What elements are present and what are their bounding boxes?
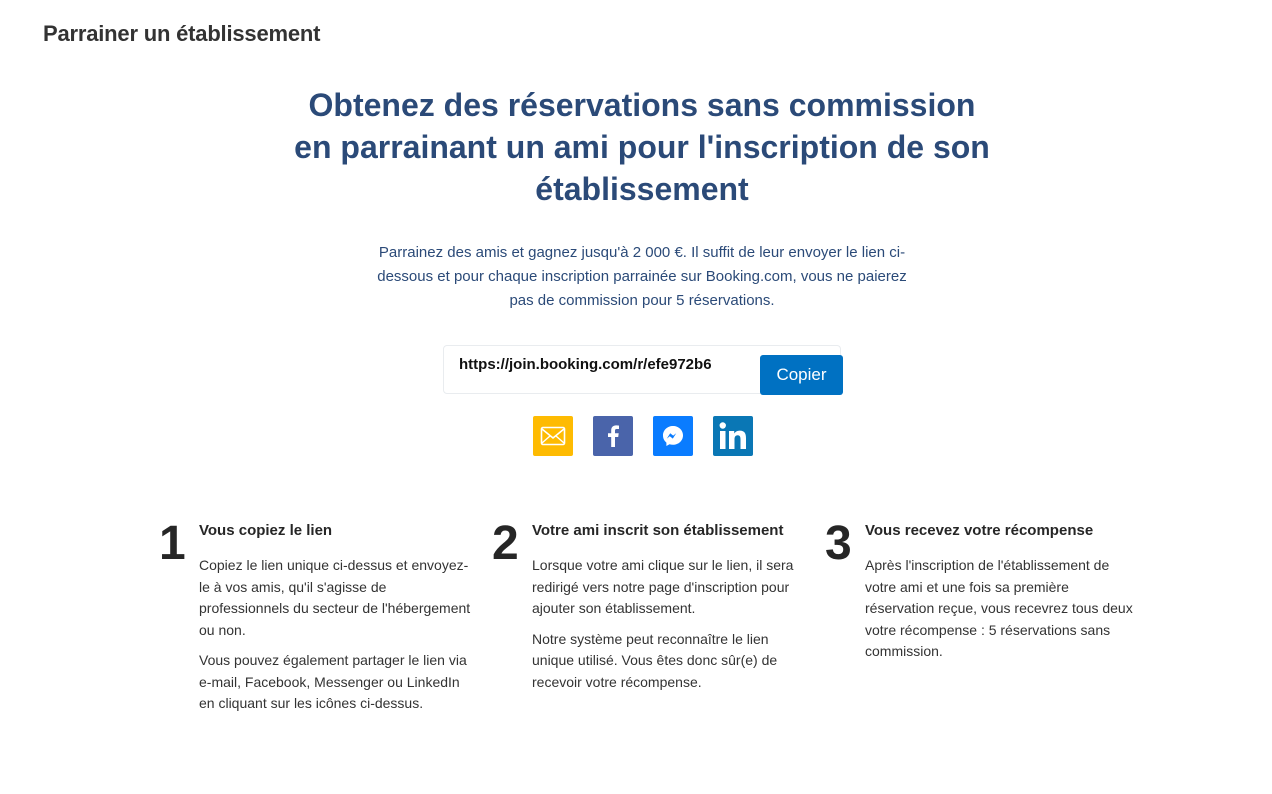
hero-title: Obtenez des réservations sans commission… <box>294 87 990 207</box>
share-facebook-button[interactable] <box>593 416 633 456</box>
step-description: Vous pouvez également partager le lien v… <box>199 652 467 711</box>
step-description: Après l'inscription de l'établissement d… <box>865 557 1133 659</box>
facebook-icon <box>608 425 619 447</box>
copy-button[interactable]: Copier <box>760 355 843 395</box>
referral-link-text[interactable]: https://join.booking.com/r/efe972b6 <box>459 356 712 373</box>
step-description: Copiez le lien unique ci-dessus et envoy… <box>199 557 471 638</box>
referral-link-box: https://join.booking.com/r/efe972b6 Copi… <box>443 345 843 395</box>
step-title: Vous copiez le lien <box>199 522 333 539</box>
share-linkedin-button[interactable] <box>713 416 753 456</box>
messenger-icon <box>663 426 683 446</box>
linkedin-icon <box>719 422 746 449</box>
step-number: 1 <box>159 517 186 570</box>
step-description: Lorsque votre ami clique sur le lien, il… <box>532 557 794 616</box>
hero-subtitle: Parrainez des amis et gagnez jusqu'à 2 0… <box>377 244 907 309</box>
envelope-icon <box>540 426 566 446</box>
share-messenger-button[interactable] <box>653 416 693 456</box>
step-title: Votre ami inscrit son établissement <box>532 522 784 539</box>
share-buttons <box>533 416 753 456</box>
step-description: Notre système peut reconnaître le lien u… <box>532 630 778 690</box>
step-title: Vous recevez votre récompense <box>865 522 1094 539</box>
page-title: Parrainer un établissement <box>43 21 321 46</box>
step-number: 3 <box>825 517 852 570</box>
share-email-button[interactable] <box>533 416 573 456</box>
step-number: 2 <box>492 517 519 570</box>
